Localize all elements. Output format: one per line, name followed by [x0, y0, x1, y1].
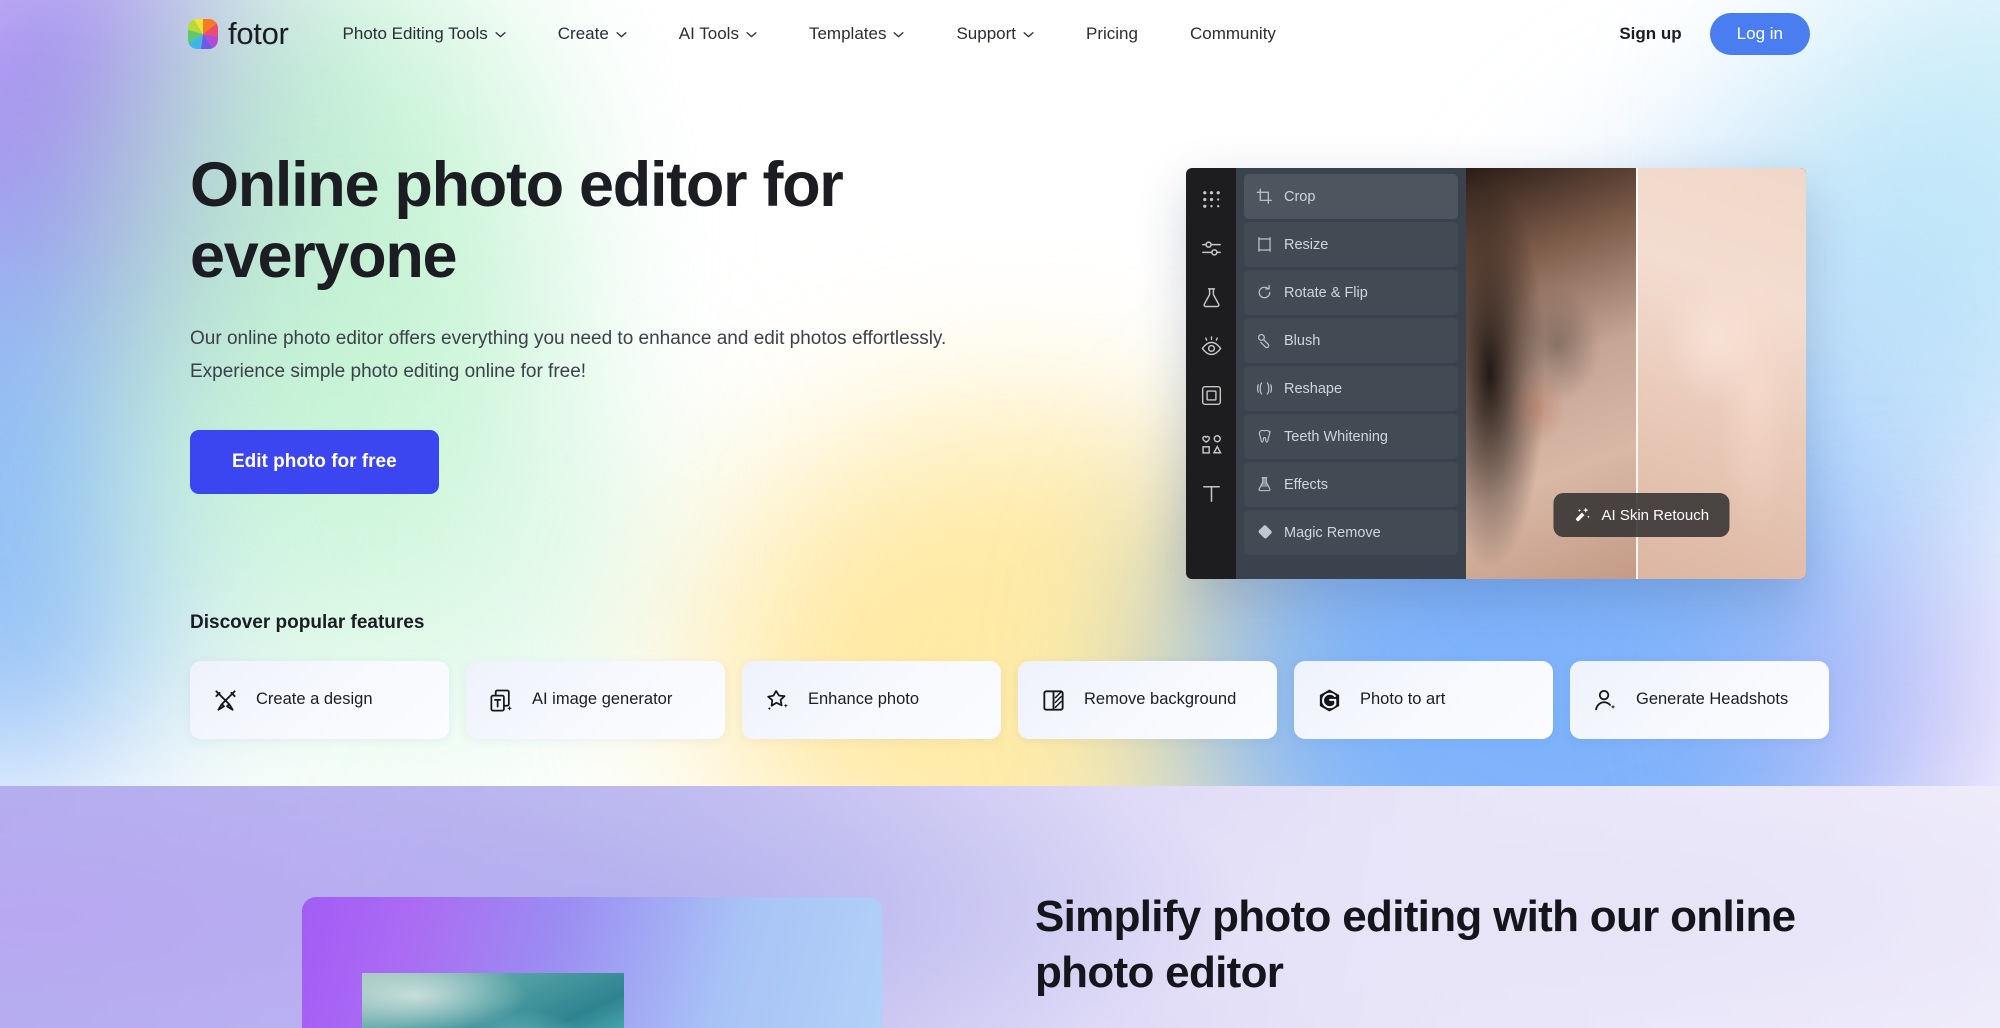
menu-item-label: Blush: [1284, 332, 1321, 349]
editor-tool-rail: [1186, 168, 1236, 579]
nav-item-label: Community: [1189, 24, 1276, 43]
crop-icon: [1256, 188, 1272, 204]
feature-card-label: AI image generator: [532, 690, 673, 709]
feature-card-remove-background[interactable]: Remove background: [1018, 661, 1277, 739]
resize-icon: [1258, 237, 1271, 252]
menu-item-effects[interactable]: Effects: [1244, 462, 1458, 507]
menu-item-label: Reshape: [1284, 380, 1343, 397]
ai-image-icon: [490, 689, 513, 711]
text-icon[interactable]: [1200, 482, 1223, 505]
brand-logo[interactable]: fotor: [188, 16, 289, 52]
tooth-icon: [1258, 429, 1272, 443]
sign-up-button[interactable]: Sign up: [1609, 18, 1691, 50]
section2-title: Simplify photo editing with our online p…: [1035, 892, 1796, 998]
hero-subtitle: Our online photo editor offers everythin…: [190, 328, 947, 382]
grid-dots-icon[interactable]: [1200, 188, 1223, 211]
feature-card-label: Generate Headshots: [1636, 690, 1789, 709]
device-photo-preview: [362, 973, 624, 1028]
flask-icon[interactable]: [1200, 286, 1223, 309]
page-title: Online photo editor for everyone: [190, 150, 844, 291]
features-heading: Discover popular features: [190, 612, 425, 633]
features-card-row: Create a design AI image generator Enhan…: [190, 661, 1829, 739]
menu-item-resize[interactable]: Resize: [1244, 222, 1458, 267]
feature-card-photo-to-art[interactable]: Photo to art: [1294, 661, 1553, 739]
nav-item-pricing[interactable]: Pricing: [1060, 0, 1164, 68]
hero-section: fotor Photo Editing Tools Create AI Tool…: [0, 0, 2000, 786]
hexagon-art-icon: [1319, 689, 1340, 711]
pencil-cross-icon: [215, 689, 236, 711]
frame-icon[interactable]: [1200, 384, 1223, 407]
feature-card-label: Create a design: [256, 690, 373, 709]
effects-icon: [1258, 477, 1271, 492]
feature-card-label: Enhance photo: [808, 690, 920, 709]
menu-item-rotate-and-flip[interactable]: Rotate & Flip: [1244, 270, 1458, 315]
feature-card-label: Remove background: [1084, 690, 1237, 709]
menu-item-label: Effects: [1284, 476, 1329, 493]
menu-item-blush[interactable]: Blush: [1244, 318, 1458, 363]
log-in-button[interactable]: Log in: [1709, 13, 1810, 55]
person-plus-icon: [1595, 689, 1616, 710]
feature-card-ai-image-generator[interactable]: AI image generator: [466, 661, 725, 739]
chevron-down-icon: [616, 31, 627, 37]
eraser-icon: [1258, 525, 1272, 539]
nav-item-community[interactable]: Community: [1164, 0, 1302, 68]
rotate-icon: [1258, 284, 1271, 299]
edit-photo-for-free-button[interactable]: Edit photo for free: [190, 430, 439, 495]
nav-account-actions: Sign up Log in: [1609, 13, 1810, 55]
chevron-down-icon: [893, 31, 904, 37]
editor-mockup: Crop Resize Rotate & Flip Blush Reshape …: [1186, 168, 1806, 579]
nav-item-label: Create: [557, 24, 609, 43]
nav-item-label: Templates: [808, 24, 887, 43]
section2-content: Simplify photo editing with our online p…: [1035, 889, 1825, 1028]
menu-item-label: Teeth Whitening: [1284, 428, 1388, 445]
nav-item-photo-editing-tools[interactable]: Photo Editing Tools: [317, 0, 532, 68]
eye-icon[interactable]: [1200, 335, 1223, 358]
brand-name: fotor: [228, 16, 289, 51]
feature-card-label: Photo to art: [1360, 690, 1446, 709]
nav-item-label: AI Tools: [678, 24, 739, 43]
menu-item-label: Rotate & Flip: [1284, 284, 1368, 301]
simplify-editing-section: Simplify photo editing with our online p…: [0, 786, 2000, 1028]
menu-item-label: Resize: [1284, 236, 1329, 253]
remove-bg-icon: [1043, 689, 1064, 711]
popular-features-section: Discover popular features Create a desig…: [190, 612, 1829, 739]
feature-card-enhance-photo[interactable]: Enhance photo: [742, 661, 1001, 739]
magic-wand-icon: [1575, 507, 1590, 522]
feature-card-create-a-design[interactable]: Create a design: [190, 661, 449, 739]
nav-item-label: Pricing: [1086, 24, 1138, 43]
sliders-icon[interactable]: [1200, 237, 1223, 260]
feature-card-generate-headshots[interactable]: Generate Headshots: [1570, 661, 1829, 739]
chevron-down-icon: [495, 31, 506, 37]
editor-canvas: AI Skin Retouch: [1466, 168, 1806, 579]
blush-icon: [1257, 333, 1270, 349]
nav-item-create[interactable]: Create: [532, 0, 653, 68]
nav-item-ai-tools[interactable]: AI Tools: [653, 0, 783, 68]
nav-links: Photo Editing Tools Create AI Tools Temp…: [317, 0, 1302, 68]
menu-item-label: Crop: [1284, 188, 1316, 205]
menu-item-label: Magic Remove: [1284, 524, 1381, 541]
chevron-down-icon: [1023, 31, 1034, 37]
menu-item-reshape[interactable]: Reshape: [1244, 366, 1458, 411]
nav-item-support[interactable]: Support: [930, 0, 1060, 68]
menu-item-teeth-whitening[interactable]: Teeth Whitening: [1244, 414, 1458, 459]
editor-device-mockup: [302, 897, 882, 1028]
reshape-icon: [1256, 382, 1273, 395]
color-wheel-icon: [188, 19, 218, 49]
shapes-icon[interactable]: [1200, 433, 1223, 456]
hero-content: Online photo editor for everyone Our onl…: [190, 150, 950, 495]
tooltip-label: AI Skin Retouch: [1601, 506, 1710, 524]
nav-item-label: Support: [956, 24, 1016, 43]
chevron-down-icon: [746, 31, 757, 37]
menu-item-magic-remove[interactable]: Magic Remove: [1244, 510, 1458, 555]
menu-item-crop[interactable]: Crop: [1244, 174, 1458, 219]
sparkle-star-icon: [767, 689, 788, 710]
editor-menu-list: Crop Resize Rotate & Flip Blush Reshape …: [1236, 168, 1466, 579]
gradient-blob-blue-left: [0, 230, 190, 786]
nav-item-label: Photo Editing Tools: [342, 24, 488, 43]
ai-skin-retouch-tooltip[interactable]: AI Skin Retouch: [1553, 493, 1730, 537]
nav-item-templates[interactable]: Templates: [783, 0, 930, 68]
navbar: fotor Photo Editing Tools Create AI Tool…: [0, 0, 2000, 68]
